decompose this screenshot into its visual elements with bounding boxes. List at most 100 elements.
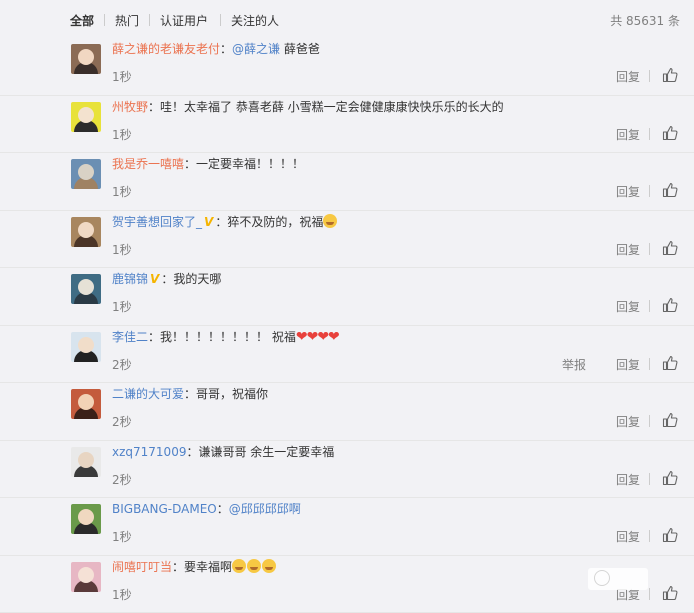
- reply-button[interactable]: 回复: [616, 126, 640, 143]
- avatar-face: [78, 394, 94, 410]
- comment-content: 贺宇善想回家了_V：猝不及防的，祝福: [112, 213, 338, 231]
- crying-emoji-icon: [247, 559, 261, 573]
- comment-content: 李佳二：我！！！！！！！！ 祝福❤❤❤❤: [112, 328, 339, 346]
- avatar[interactable]: [71, 332, 101, 362]
- reply-button[interactable]: 回复: [616, 183, 640, 200]
- comment-content: 鹿锦锦V：我的天哪: [112, 270, 221, 288]
- comment-time: 1秒: [112, 68, 132, 85]
- avatar[interactable]: [71, 562, 101, 592]
- action-divider: [649, 243, 650, 255]
- username-link[interactable]: 鹿锦锦: [112, 272, 148, 286]
- avatar-face: [78, 164, 94, 180]
- tab-following[interactable]: 关注的人: [231, 12, 279, 29]
- username-link[interactable]: 闹嘻叮叮当: [112, 560, 172, 574]
- comment-text: 哥哥，祝福你: [196, 387, 268, 401]
- username-link[interactable]: BIGBANG-DAMEO: [112, 502, 217, 516]
- comment-item: 州牧野：哇！太幸福了 恭喜老薛 小雪糕一定会健健康康快快乐乐的长大的1秒回复: [0, 96, 694, 154]
- comment-time: 1秒: [112, 183, 132, 200]
- avatar[interactable]: [71, 102, 101, 132]
- thumbs-up-icon[interactable]: [662, 412, 678, 428]
- action-divider: [649, 128, 650, 140]
- reply-button[interactable]: 回复: [616, 241, 640, 258]
- username-link[interactable]: 我是乔一嘻嘻: [112, 157, 184, 171]
- comment-content: 我是乔一嘻嘻：一定要幸福！！！！: [112, 155, 304, 173]
- avatar[interactable]: [71, 44, 101, 74]
- action-divider: [649, 300, 650, 312]
- action-divider: [649, 588, 650, 600]
- comment-time: 1秒: [112, 528, 132, 545]
- comment-content: 二谦的大可爱：哥哥，祝福你: [112, 385, 268, 403]
- avatar[interactable]: [71, 217, 101, 247]
- colon: ：: [172, 560, 184, 574]
- thumbs-up-icon[interactable]: [662, 527, 678, 543]
- action-divider: [649, 358, 650, 370]
- username-link[interactable]: xzq7171009: [112, 445, 186, 459]
- comment-text: 薛爸爸: [280, 42, 320, 56]
- thumbs-up-icon[interactable]: [662, 67, 678, 83]
- comment-content: xzq7171009：谦谦哥哥 余生一定要幸福: [112, 443, 334, 461]
- colon: ：: [215, 215, 227, 229]
- reply-button[interactable]: 回复: [616, 528, 640, 545]
- avatar[interactable]: [71, 389, 101, 419]
- colon: ：: [186, 445, 198, 459]
- username-link[interactable]: 薛之谦的老谦友老付: [112, 42, 220, 56]
- comment-item: xzq7171009：谦谦哥哥 余生一定要幸福2秒回复: [0, 441, 694, 499]
- crying-emoji-icon: [232, 559, 246, 573]
- watermark-mark: [594, 570, 610, 586]
- thumbs-up-icon[interactable]: [662, 297, 678, 313]
- comment-item: 二谦的大可爱：哥哥，祝福你 2秒 回复: [0, 383, 694, 441]
- comment-item: BIGBANG-DAMEO：@邱邱邱邱啊 1秒 回复: [0, 498, 694, 556]
- thumbs-up-icon[interactable]: [662, 182, 678, 198]
- reply-button[interactable]: 回复: [616, 356, 640, 373]
- avatar-face: [78, 107, 94, 123]
- mention-link[interactable]: @邱邱邱邱啊: [229, 502, 301, 516]
- avatar-face: [78, 49, 94, 65]
- thumbs-up-icon[interactable]: [662, 240, 678, 256]
- comment-text: 一定要幸福！！！！: [196, 157, 304, 171]
- total-count: 共 85631 条: [610, 12, 680, 29]
- reply-button[interactable]: 回复: [616, 413, 640, 430]
- comment-text: 猝不及防的，祝福: [227, 215, 323, 229]
- avatar[interactable]: [71, 159, 101, 189]
- colon: ：: [184, 387, 196, 401]
- tab-divider: [149, 14, 150, 26]
- reply-button[interactable]: 回复: [616, 298, 640, 315]
- thumbs-up-icon[interactable]: [662, 585, 678, 601]
- comment-time: 2秒: [112, 413, 132, 430]
- tab-verified-users[interactable]: 认证用户: [160, 12, 208, 29]
- username-link[interactable]: 州牧野: [112, 100, 148, 114]
- thumbs-up-icon[interactable]: [662, 470, 678, 486]
- username-link[interactable]: 李佳二: [112, 330, 148, 344]
- comment-time: 2秒: [112, 356, 132, 373]
- heart-emoji-icon: ❤❤❤❤: [296, 329, 339, 345]
- thumbs-up-icon[interactable]: [662, 125, 678, 141]
- reply-button[interactable]: 回复: [616, 68, 640, 85]
- reply-button[interactable]: 回复: [616, 471, 640, 488]
- avatar[interactable]: [71, 504, 101, 534]
- avatar-face: [78, 222, 94, 238]
- comment-time: 1秒: [112, 241, 132, 258]
- action-divider: [649, 185, 650, 197]
- verified-badge-icon: V: [150, 270, 159, 288]
- comment-text: 我！！！！！！！！ 祝福: [160, 330, 296, 344]
- crying-emoji-icon: [262, 559, 276, 573]
- avatar-face: [78, 452, 94, 468]
- colon: ：: [217, 502, 229, 516]
- tab-all[interactable]: 全部: [70, 12, 94, 29]
- action-divider: [649, 530, 650, 542]
- comment-text: 谦谦哥哥 余生一定要幸福: [198, 445, 334, 459]
- mention-link[interactable]: @薛之谦: [232, 42, 280, 56]
- avatar[interactable]: [71, 447, 101, 477]
- verified-badge-icon: V: [204, 213, 213, 231]
- colon: ：: [148, 330, 160, 344]
- tab-hot[interactable]: 热门: [115, 12, 139, 29]
- comment-text: 哇！太幸福了 恭喜老薛 小雪糕一定会健健康康快快乐乐的长大的: [160, 100, 504, 114]
- colon: ：: [161, 272, 173, 286]
- username-link[interactable]: 贺宇善想回家了_: [112, 215, 202, 229]
- avatar-face: [78, 509, 94, 525]
- comment-item: 鹿锦锦V：我的天哪1秒回复: [0, 268, 694, 326]
- thumbs-up-icon[interactable]: [662, 355, 678, 371]
- report-button[interactable]: 举报: [562, 356, 586, 373]
- username-link[interactable]: 二谦的大可爱: [112, 387, 184, 401]
- avatar[interactable]: [71, 274, 101, 304]
